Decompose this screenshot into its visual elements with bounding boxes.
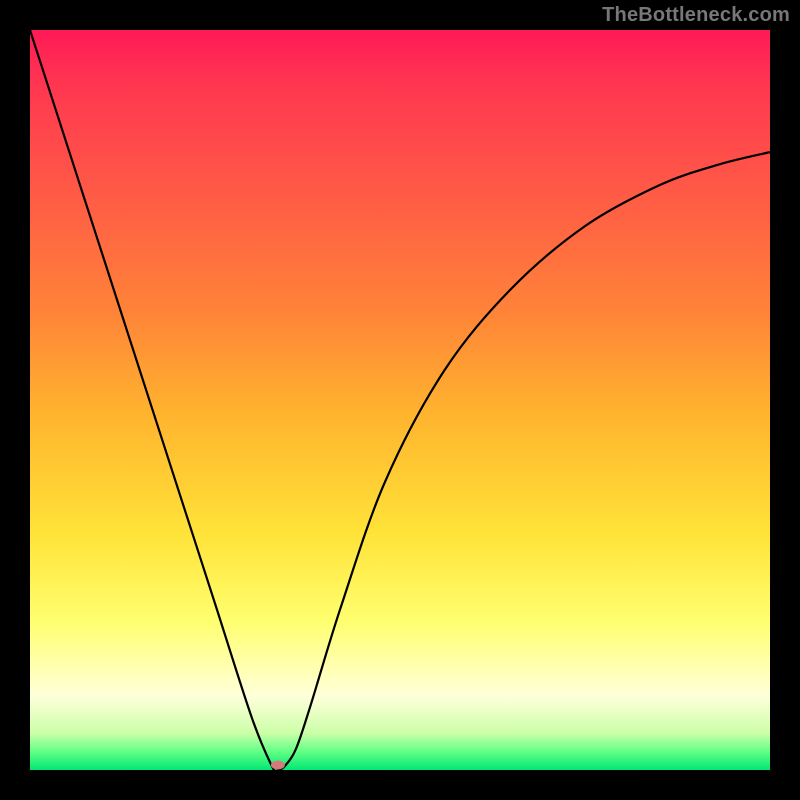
- plot-area: [30, 30, 770, 770]
- minimum-marker: [271, 761, 285, 770]
- chart-frame: TheBottleneck.com: [0, 0, 800, 800]
- curve-layer: [30, 30, 770, 770]
- watermark-text: TheBottleneck.com: [602, 4, 790, 27]
- bottleneck-curve: [30, 30, 770, 770]
